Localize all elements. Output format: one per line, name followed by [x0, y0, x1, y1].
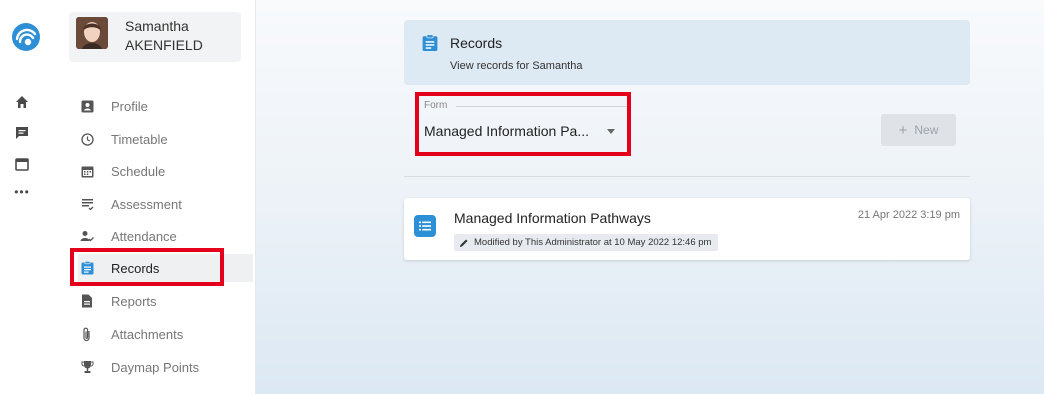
- sidebar-item-label: Profile: [111, 98, 148, 114]
- sidebar-item-label: Assessment: [111, 196, 182, 212]
- sidebar-item-records[interactable]: Records: [78, 254, 253, 282]
- sidebar-item-attachments[interactable]: Attachments: [78, 320, 253, 348]
- clipboard-icon: [78, 259, 96, 277]
- form-select-value: Managed Information Pa...: [424, 123, 589, 139]
- record-date: 21 Apr 2022 3:19 pm: [857, 209, 960, 221]
- icon-rail: •••: [0, 0, 56, 394]
- sidebar-item-label: Records: [111, 260, 160, 276]
- student-first-name: Samantha: [125, 18, 189, 34]
- calendar-icon[interactable]: [14, 156, 30, 172]
- record-modified-badge: Modified by This Administrator at 10 May…: [454, 234, 719, 251]
- sidebar-item-attendance[interactable]: Attendance: [78, 222, 253, 250]
- attendance-icon: [78, 227, 96, 245]
- sidebar-item-assessment[interactable]: Assessment: [78, 190, 253, 218]
- main-content: Records View records for Samantha Form M…: [256, 0, 1044, 394]
- sidebar-item-reports[interactable]: Reports: [78, 287, 253, 315]
- profile-icon: [78, 97, 96, 115]
- records-header: Records View records for Samantha: [404, 20, 970, 85]
- sidebar-item-label: Reports: [111, 293, 157, 309]
- home-icon[interactable]: [14, 94, 30, 110]
- record-title[interactable]: Managed Information Pathways: [454, 210, 651, 226]
- page-title: Records: [450, 35, 503, 51]
- student-last-name: AKENFIELD: [125, 37, 203, 53]
- sidebar-item-daymap-points[interactable]: Daymap Points: [78, 353, 253, 381]
- more-icon[interactable]: •••: [14, 184, 30, 200]
- sidebar-item-label: Attendance: [111, 228, 177, 244]
- new-record-button[interactable]: + New: [881, 114, 956, 146]
- student-card[interactable]: Samantha AKENFIELD: [69, 12, 241, 62]
- list-icon: [414, 215, 436, 237]
- messages-icon[interactable]: [14, 125, 30, 141]
- clock-icon: [78, 130, 96, 148]
- trophy-icon: [78, 358, 96, 376]
- document-icon: [78, 292, 96, 310]
- pencil-icon: [460, 239, 468, 247]
- form-select-outline: [456, 106, 628, 107]
- assessment-icon: [78, 195, 96, 213]
- sidebar-item-timetable[interactable]: Timetable: [78, 125, 253, 153]
- clipboard-icon: [422, 34, 438, 51]
- sidebar-item-label: Schedule: [111, 163, 166, 179]
- form-select[interactable]: Form Managed Information Pa...: [420, 96, 630, 152]
- plus-icon: +: [898, 121, 908, 139]
- record-modified-text: Modified by This Administrator at 10 May…: [474, 237, 712, 248]
- form-select-label: Form: [424, 100, 448, 111]
- page-subtitle: View records for Samantha: [450, 60, 583, 72]
- sidebar-item-label: Daymap Points: [111, 359, 200, 375]
- app-logo-icon[interactable]: [11, 22, 41, 52]
- student-name: Samantha AKENFIELD: [125, 17, 203, 55]
- record-card[interactable]: Managed Information Pathways 21 Apr 2022…: [404, 198, 970, 260]
- sidebar-item-label: Timetable: [111, 131, 168, 147]
- new-button-label: New: [914, 123, 939, 137]
- calendar-grid-icon: [78, 162, 96, 180]
- paperclip-icon: [78, 325, 96, 343]
- student-sidebar: Samantha AKENFIELD Profile Timetable Sch…: [56, 0, 256, 394]
- avatar: [76, 17, 108, 49]
- sidebar-item-profile[interactable]: Profile: [78, 92, 253, 120]
- chevron-down-icon[interactable]: [607, 129, 615, 134]
- divider: [404, 176, 970, 177]
- sidebar-item-label: Attachments: [111, 326, 184, 342]
- sidebar-item-schedule[interactable]: Schedule: [78, 157, 253, 185]
